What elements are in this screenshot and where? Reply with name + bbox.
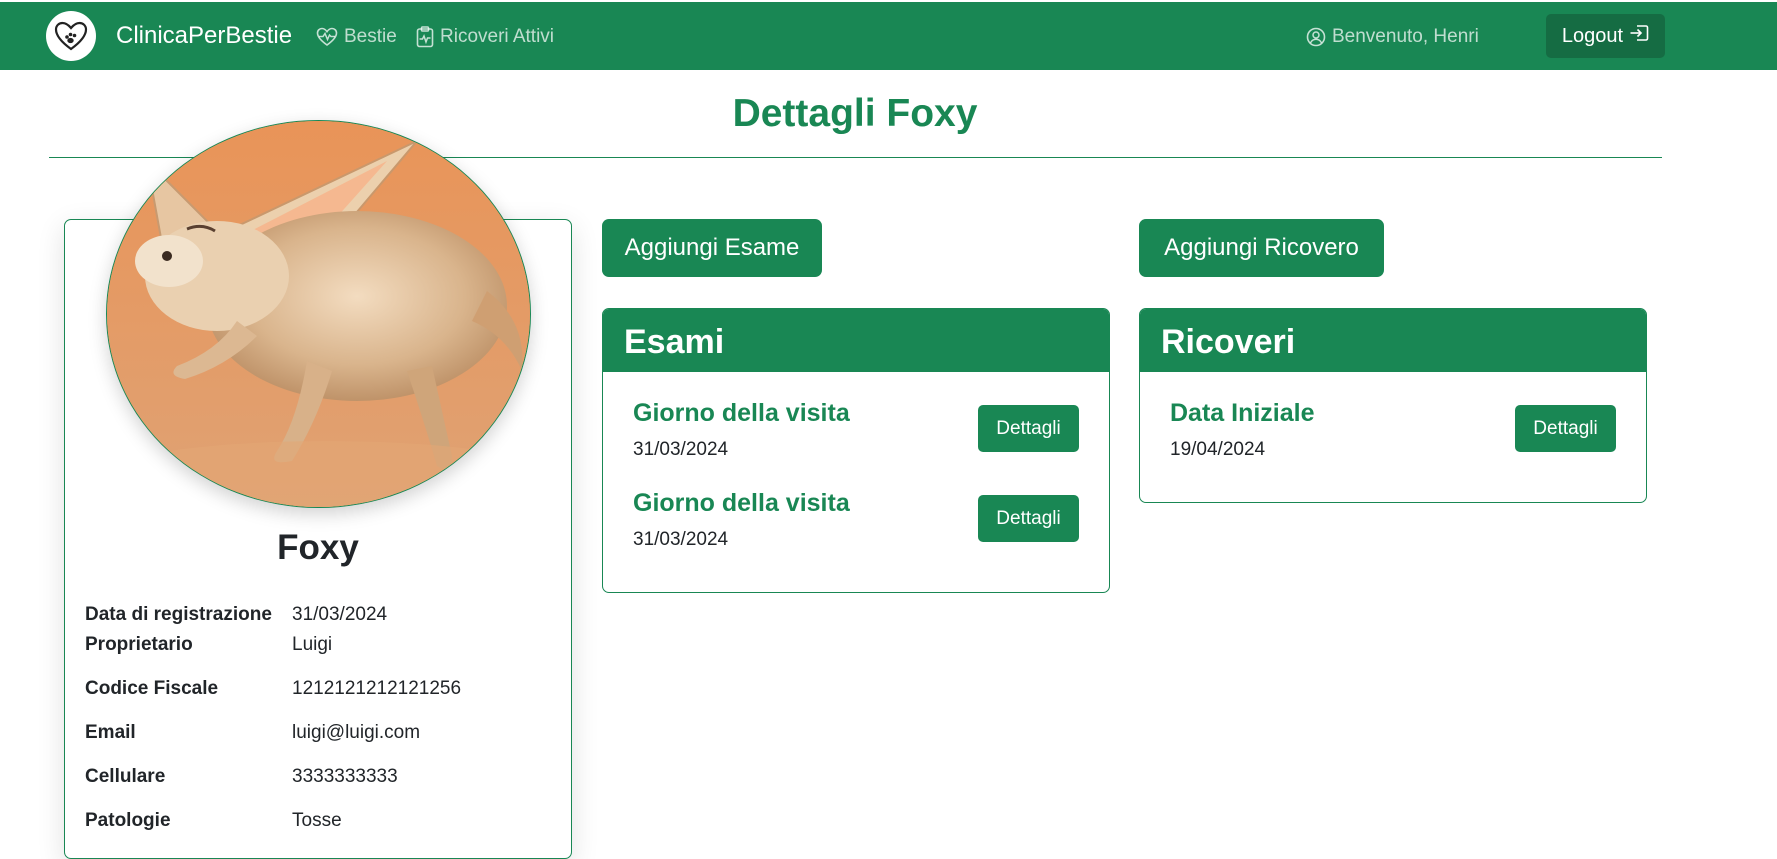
info-row-registration-date: Data di registrazione 31/03/2024 [85, 600, 555, 630]
exam-title: Giorno della visita [633, 399, 850, 427]
info-label: Codice Fiscale [85, 678, 219, 699]
info-value: 1212121212121256 [292, 678, 462, 699]
info-label: Cellulare [85, 766, 166, 787]
info-label: Email [85, 722, 136, 743]
exam-date: 31/03/2024 [633, 529, 729, 550]
nav-link-label: Bestie [344, 26, 397, 47]
info-value: 3333333333 [292, 766, 398, 787]
admissions-panel-title: Ricoveri [1140, 309, 1646, 372]
pet-photo [106, 120, 531, 508]
user-circle-icon [1306, 27, 1326, 47]
info-row-pathologies: Patologie Tosse [85, 806, 555, 850]
info-row-phone: Cellulare 3333333333 [85, 762, 555, 806]
nav-link-ricoveri-attivi[interactable]: Ricoveri Attivi [416, 26, 554, 48]
heart-pulse-icon [316, 27, 338, 47]
info-row-email: Email luigi@luigi.com [85, 718, 555, 762]
exams-panel: Esami Giorno della visita 31/03/2024 Det… [602, 308, 1110, 593]
info-label: Patologie [85, 810, 171, 831]
top-navbar: ClinicaPerBestie Bestie Ricoveri Attivi [0, 0, 1777, 70]
add-admission-button[interactable]: Aggiungi Ricovero [1139, 219, 1384, 277]
list-item: Giorno della visita 31/03/2024 Dettagli [633, 399, 1079, 469]
admissions-panel: Ricoveri Data Iniziale 19/04/2024 Dettag… [1139, 308, 1647, 503]
box-arrow-in-right-icon [1629, 24, 1649, 48]
list-item: Giorno della visita 31/03/2024 Dettagli [633, 489, 1079, 559]
exams-panel-title: Esami [603, 309, 1109, 372]
info-value: Tosse [292, 810, 342, 831]
brand-name[interactable]: ClinicaPerBestie [116, 22, 292, 50]
info-row-tax-code: Codice Fiscale 1212121212121256 [85, 674, 555, 718]
info-row-owner: Proprietario Luigi [85, 630, 555, 674]
admission-details-button[interactable]: Dettagli [1515, 405, 1616, 452]
info-value: Luigi [292, 634, 333, 655]
info-value: luigi@luigi.com [292, 722, 421, 743]
nav-link-bestie[interactable]: Bestie [316, 26, 397, 48]
logout-label: Logout [1561, 24, 1624, 47]
add-exam-button[interactable]: Aggiungi Esame [602, 219, 822, 277]
clipboard-pulse-icon [416, 26, 434, 48]
exam-details-button[interactable]: Dettagli [978, 495, 1079, 542]
info-label: Proprietario [85, 634, 193, 655]
admission-date: 19/04/2024 [1170, 439, 1266, 460]
exam-date: 31/03/2024 [633, 439, 729, 460]
welcome-user[interactable]: Benvenuto, Henri [1306, 26, 1479, 48]
welcome-text: Benvenuto, Henri [1332, 26, 1479, 47]
logout-button[interactable]: Logout [1546, 14, 1665, 58]
list-item: Data Iniziale 19/04/2024 Dettagli [1170, 399, 1616, 469]
info-label: Data di registrazione [85, 604, 272, 625]
exam-title: Giorno della visita [633, 489, 850, 517]
paw-heart-icon[interactable] [46, 11, 96, 61]
nav-link-label: Ricoveri Attivi [440, 26, 555, 47]
pet-info-table: Data di registrazione 31/03/2024 Proprie… [85, 600, 555, 850]
exam-details-button[interactable]: Dettagli [978, 405, 1079, 452]
info-value: 31/03/2024 [292, 604, 388, 625]
admission-title: Data Iniziale [1170, 399, 1315, 427]
pet-name: Foxy [277, 528, 359, 567]
